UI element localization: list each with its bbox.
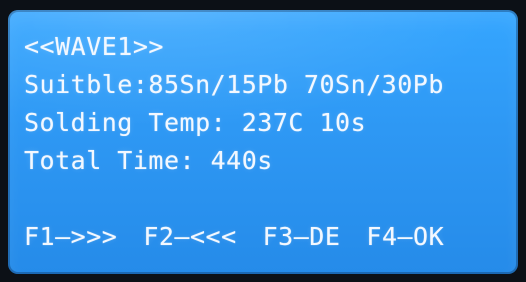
wave-title: <<WAVE1>> xyxy=(24,32,164,61)
f2-previous-hint: F2—<<< xyxy=(143,222,237,251)
f1-next-hint: F1—>>> xyxy=(24,222,118,251)
lcd-screen: <<WAVE1>> Suitble:85Sn/15Pb 70Sn/30Pb So… xyxy=(8,10,518,274)
soldering-temperature: Solding Temp: 237C 10s xyxy=(24,108,367,137)
function-key-hints: F1—>>> F2—<<< F3—DE F4—OK xyxy=(24,222,444,251)
f3-delete-hint: F3—DE xyxy=(262,222,341,251)
suitable-alloys: Suitble:85Sn/15Pb 70Sn/30Pb xyxy=(24,70,444,99)
f4-ok-hint: F4—OK xyxy=(366,222,445,251)
total-time: Total Time: 440s xyxy=(24,146,273,175)
